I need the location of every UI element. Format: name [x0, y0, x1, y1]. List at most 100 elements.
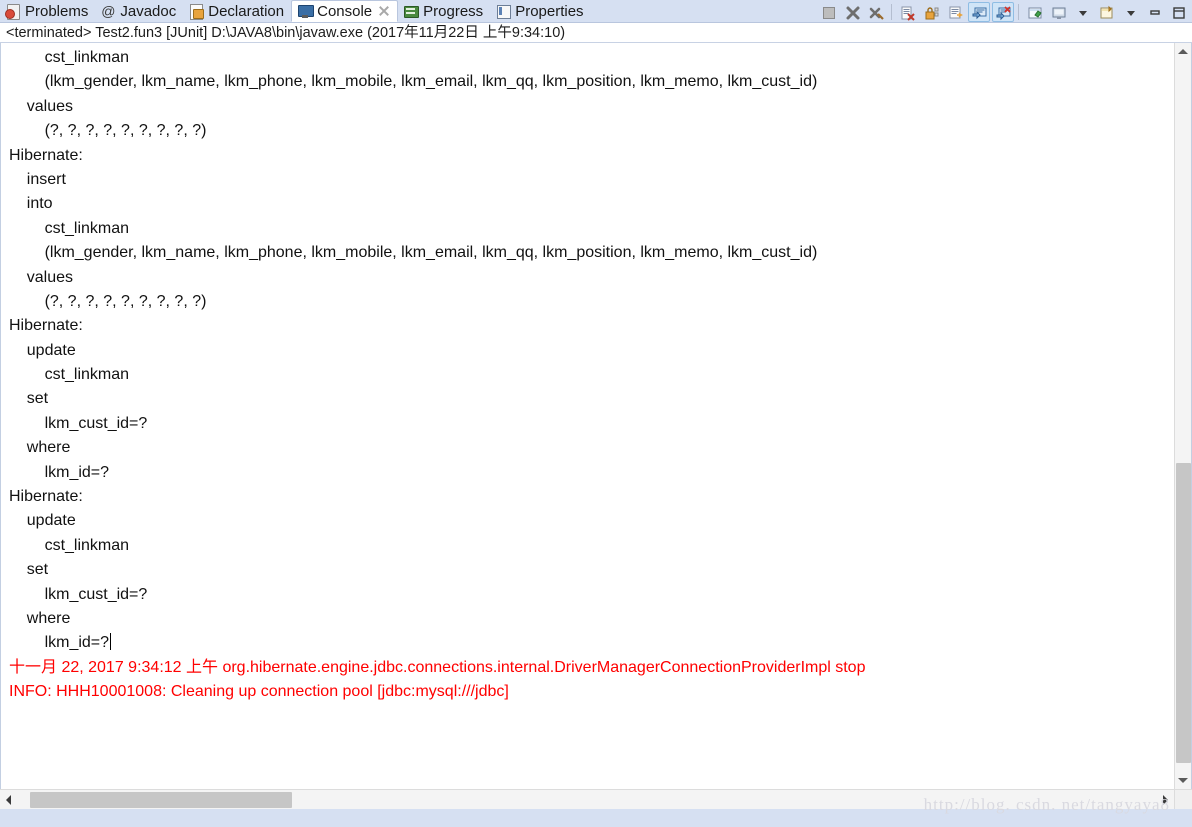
vertical-scrollbar-thumb[interactable] — [1176, 463, 1191, 763]
console-line-text: where — [9, 609, 71, 627]
console-line-text: set — [9, 390, 49, 408]
scroll-left-arrow-icon[interactable] — [0, 790, 17, 809]
console-line: where — [9, 607, 1173, 631]
console-line: cst_linkman — [9, 217, 1173, 241]
console-line: set — [9, 387, 1173, 411]
console-line-text: set — [9, 561, 49, 579]
tab-label: Console — [317, 2, 373, 20]
remove-launch-button[interactable] — [841, 2, 863, 22]
console-line-text: cst_linkman — [9, 219, 130, 237]
clear-console-button[interactable] — [896, 2, 918, 22]
console-line-text: Hibernate: — [9, 146, 88, 164]
tab-label: Properties — [515, 2, 584, 20]
open-console-button[interactable] — [1095, 2, 1117, 22]
console-output-area[interactable]: cst_linkman (lkm_gender, lkm_name, lkm_p… — [0, 43, 1192, 789]
console-line: Hibernate: — [9, 144, 1173, 168]
maximize-view-button[interactable] — [1167, 2, 1189, 22]
console-line-text: (?, ?, ?, ?, ?, ?, ?, ?, ?) — [9, 292, 207, 310]
open-console-dropdown[interactable] — [1119, 2, 1141, 22]
console-view: Problems Javadoc Declaration Console Progres… — [0, 0, 1192, 827]
console-line-text: update — [9, 341, 76, 359]
console-line: cst_linkman — [9, 46, 1173, 70]
console-line-text: lkm_cust_id=? — [9, 585, 148, 603]
scrollbar-corner — [1174, 789, 1192, 809]
console-line-text: update — [9, 512, 76, 530]
console-line-text: (lkm_gender, lkm_name, lkm_phone, lkm_mo… — [9, 244, 818, 262]
tab-label: Progress — [423, 2, 484, 20]
problems-icon — [5, 3, 21, 20]
console-line: update — [9, 339, 1173, 363]
console-line-text: lkm_id=? — [9, 463, 110, 481]
console-line-text: cst_linkman — [9, 49, 130, 66]
console-line: (lkm_gender, lkm_name, lkm_phone, lkm_mo… — [9, 70, 1173, 94]
minimize-view-button[interactable] — [1143, 2, 1165, 22]
console-line-text: Hibernate: — [9, 317, 88, 335]
console-text[interactable]: cst_linkman (lkm_gender, lkm_name, lkm_p… — [1, 43, 1173, 789]
console-line-text: cst_linkman — [9, 366, 134, 384]
separator-2 — [1018, 3, 1019, 20]
tab-javadoc[interactable]: Javadoc — [95, 0, 183, 22]
scroll-lock-button[interactable] — [920, 2, 942, 22]
console-line: Hibernate: — [9, 485, 1173, 509]
console-line: (?, ?, ?, ?, ?, ?, ?, ?, ?) — [9, 290, 1173, 314]
show-console-on-output-button[interactable] — [968, 1, 990, 22]
console-line: where — [9, 436, 1173, 460]
console-line: lkm_cust_id=? — [9, 583, 1173, 607]
console-line-text: values — [9, 97, 74, 115]
terminate-button[interactable] — [817, 2, 839, 22]
console-line-text: values — [9, 268, 74, 286]
tab-console[interactable]: Console — [291, 0, 399, 22]
show-console-on-error-button[interactable] — [992, 1, 1014, 22]
properties-icon — [495, 3, 512, 19]
console-line: lkm_cust_id=? — [9, 412, 1173, 436]
console-line-text: Hibernate: — [9, 488, 88, 506]
tab-declaration[interactable]: Declaration — [183, 0, 291, 22]
console-line-text: 十一月 22, 2017 9:34:12 上午 org.hibernate.en… — [9, 658, 866, 676]
console-line: insert — [9, 168, 1173, 192]
scroll-down-arrow-icon[interactable] — [1175, 772, 1191, 789]
text-caret — [110, 633, 112, 651]
console-line: Hibernate: — [9, 314, 1173, 338]
console-line-text: into — [9, 195, 53, 213]
word-wrap-button[interactable] — [944, 2, 966, 22]
console-line: set — [9, 558, 1173, 582]
console-line: cst_linkman — [9, 363, 1173, 387]
console-line: (?, ?, ?, ?, ?, ?, ?, ?, ?) — [9, 119, 1173, 143]
tab-problems[interactable]: Problems — [0, 0, 95, 22]
declaration-icon — [188, 3, 205, 20]
remove-all-launches-button[interactable] — [865, 2, 887, 22]
tab-progress[interactable]: Progress — [398, 0, 490, 22]
console-line: into — [9, 192, 1173, 216]
scroll-up-arrow-icon[interactable] — [1175, 43, 1191, 60]
tab-label: Javadoc — [120, 2, 177, 20]
console-line-text: insert — [9, 170, 71, 188]
console-line-text: cst_linkman — [9, 536, 134, 554]
console-line: values — [9, 266, 1173, 290]
console-line: INFO: HHH10001008: Cleaning up connectio… — [9, 680, 1173, 704]
vertical-scrollbar[interactable] — [1174, 43, 1191, 789]
pin-console-button[interactable] — [1023, 2, 1045, 22]
console-line: 十一月 22, 2017 9:34:12 上午 org.hibernate.en… — [9, 656, 1173, 680]
display-selected-console-button[interactable] — [1047, 2, 1069, 22]
console-line: lkm_id=? — [9, 461, 1173, 485]
console-toolbar — [816, 1, 1190, 22]
scroll-right-arrow-icon[interactable] — [1157, 790, 1174, 809]
progress-icon — [403, 3, 420, 19]
tab-properties[interactable]: Properties — [490, 0, 590, 22]
console-line-text: (?, ?, ?, ?, ?, ?, ?, ?, ?) — [9, 122, 207, 140]
javadoc-icon — [100, 3, 116, 19]
console-line-text: lkm_id=? — [9, 634, 110, 652]
display-console-dropdown[interactable] — [1071, 2, 1093, 22]
console-line-text: (lkm_gender, lkm_name, lkm_phone, lkm_mo… — [9, 73, 818, 91]
console-line-text: INFO: HHH10001008: Cleaning up connectio… — [9, 683, 509, 701]
console-line: values — [9, 95, 1173, 119]
close-icon[interactable] — [378, 5, 390, 17]
launch-info-line: <terminated> Test2.fun3 [JUnit] D:\JAVA8… — [0, 22, 1192, 43]
horizontal-scrollbar[interactable] — [0, 789, 1192, 809]
console-line-text: where — [9, 439, 71, 457]
tab-label: Declaration — [208, 2, 285, 20]
separator-1 — [891, 3, 892, 20]
horizontal-scrollbar-thumb[interactable] — [30, 792, 292, 808]
console-line: (lkm_gender, lkm_name, lkm_phone, lkm_mo… — [9, 241, 1173, 265]
console-line-text: lkm_cust_id=? — [9, 414, 148, 432]
